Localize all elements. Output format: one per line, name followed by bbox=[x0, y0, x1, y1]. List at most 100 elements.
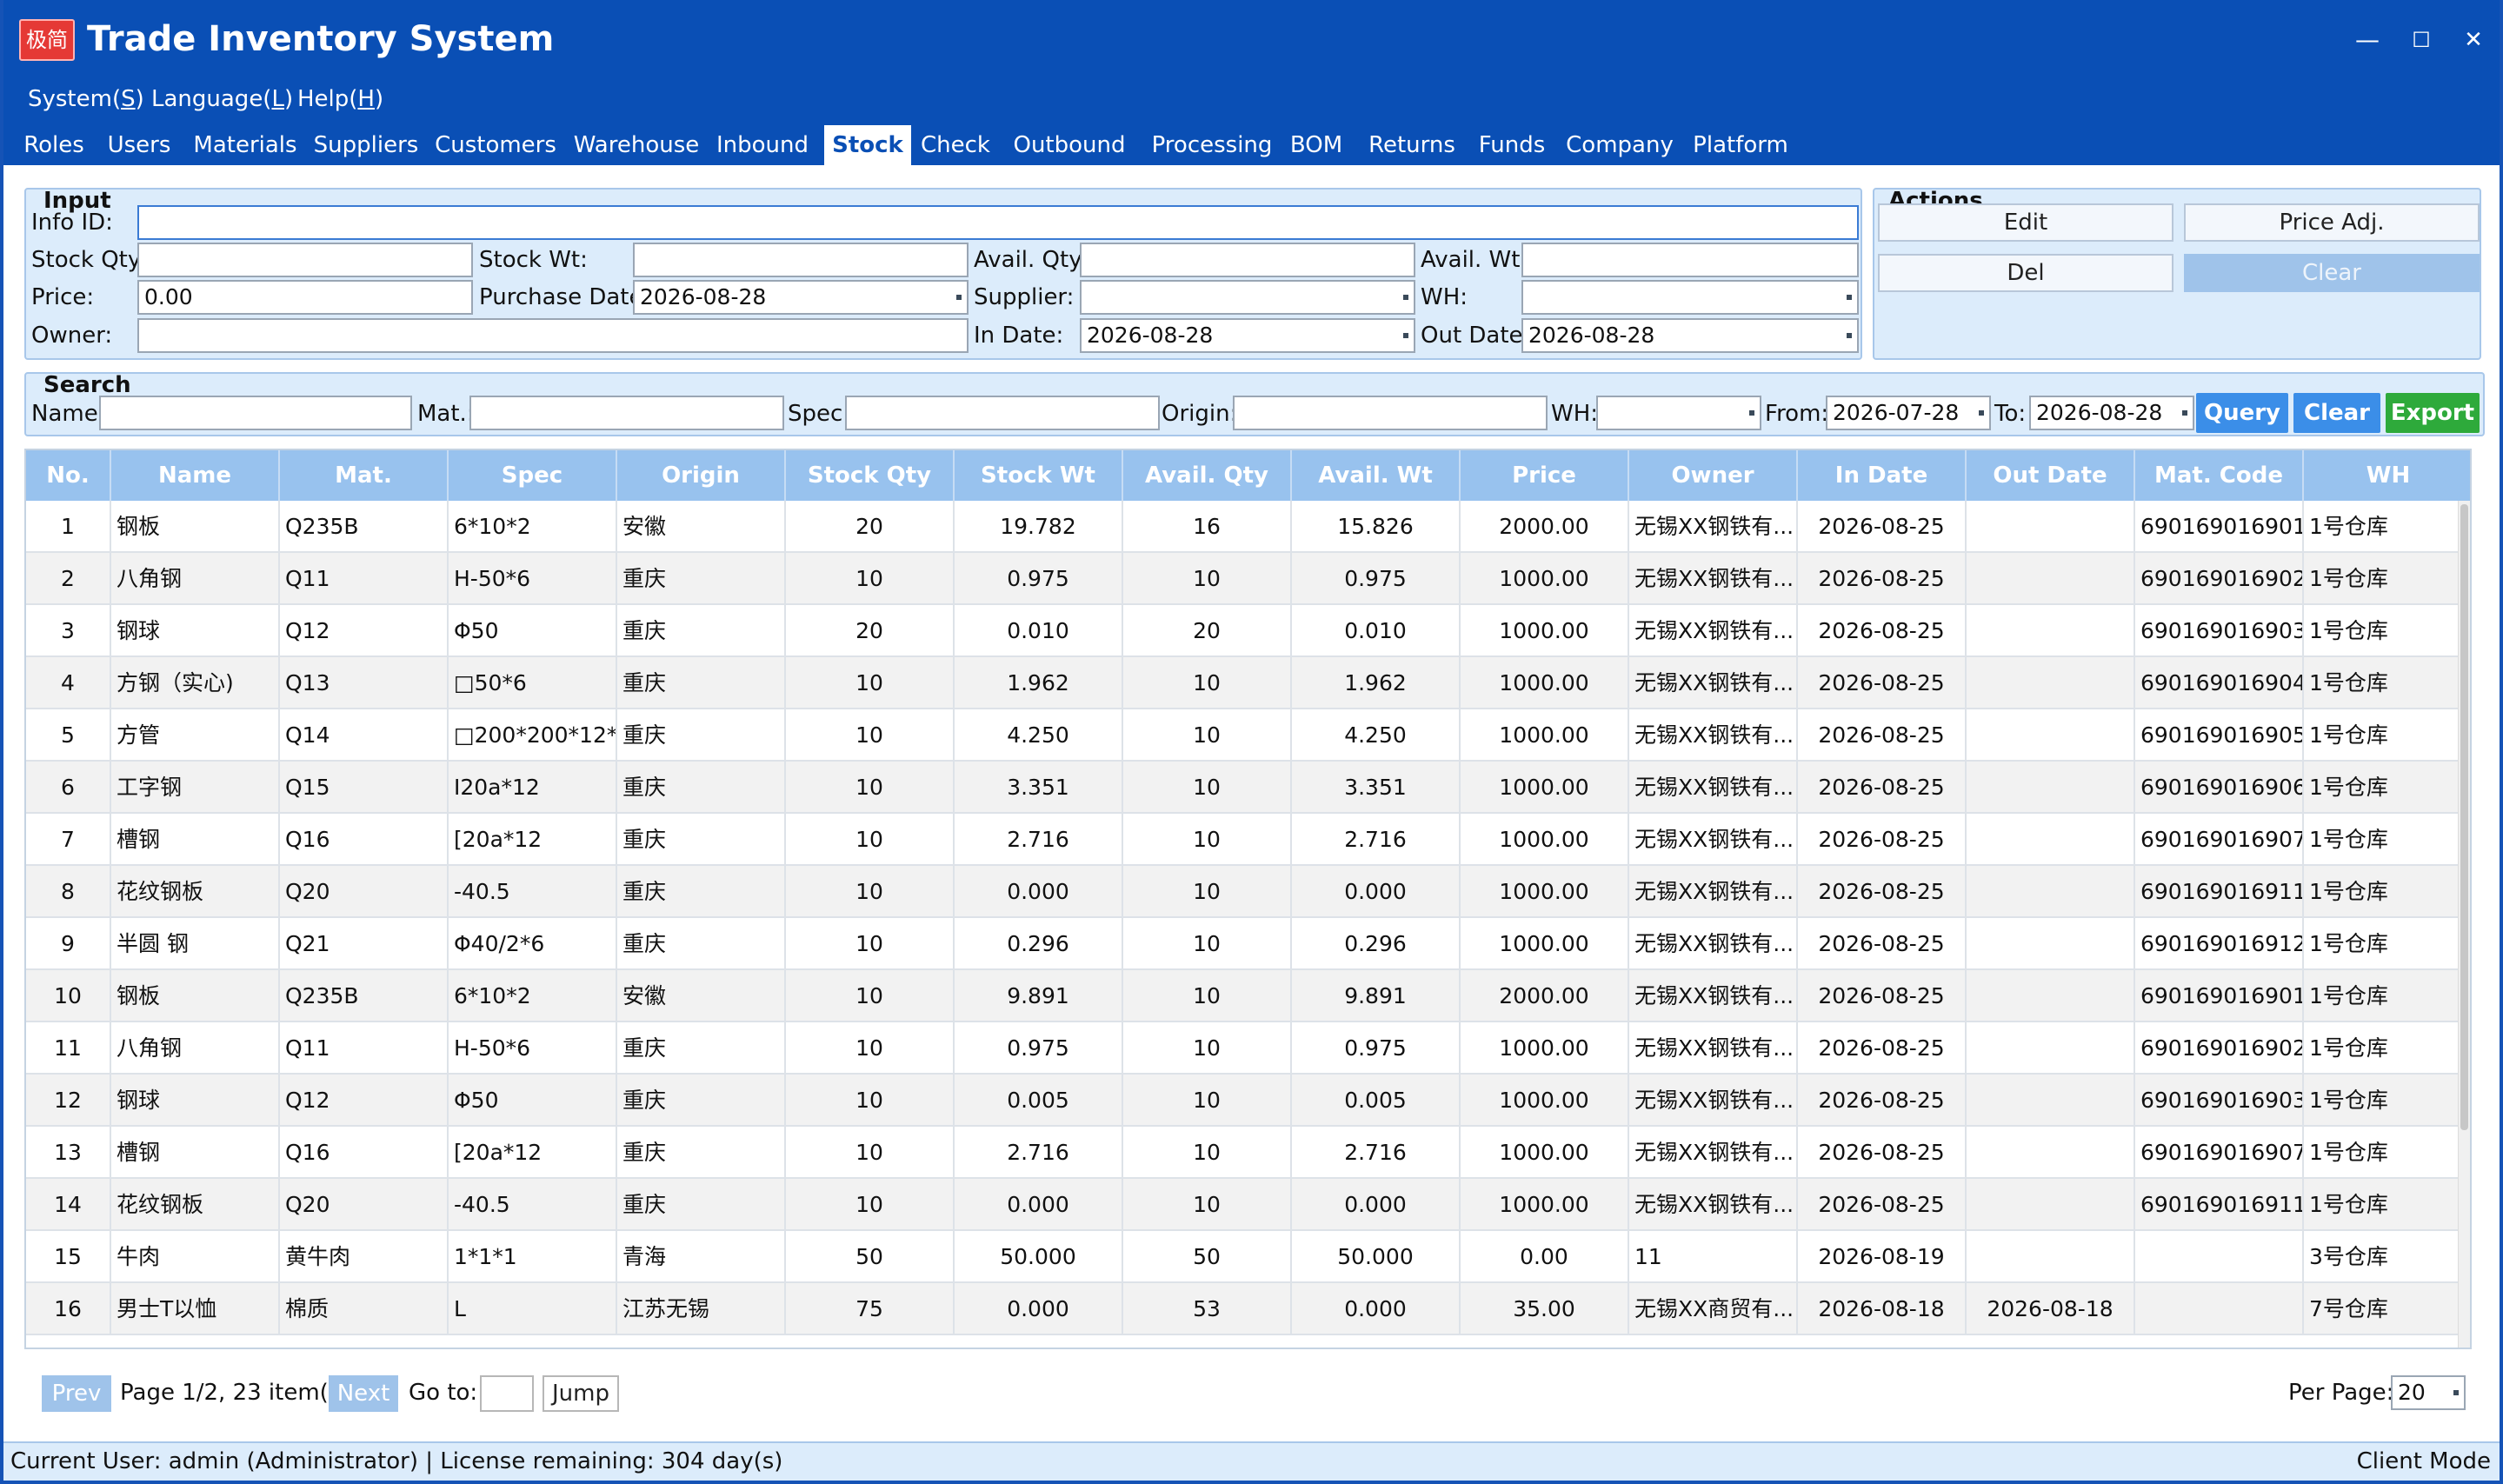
price-input[interactable]: 0.00 bbox=[137, 280, 473, 315]
scrollbar-thumb[interactable] bbox=[2460, 504, 2468, 1130]
price-adj-button[interactable]: Price Adj. bbox=[2184, 203, 2480, 242]
column-header[interactable]: Mat. Code bbox=[2135, 450, 2304, 501]
dropdown-icon[interactable] bbox=[1847, 295, 1852, 300]
tab-warehouse[interactable]: Warehouse bbox=[569, 125, 704, 165]
tab-inbound[interactable]: Inbound bbox=[713, 125, 812, 165]
tab-check[interactable]: Check bbox=[918, 125, 993, 165]
menu-system[interactable]: System(S) bbox=[28, 82, 144, 125]
to-date-picker[interactable]: 2026-08-28 bbox=[2029, 396, 2194, 430]
close-icon[interactable]: ✕ bbox=[2452, 21, 2495, 59]
stock-table[interactable]: No. Name Mat. Spec Origin Stock Qty Stock Wt Av… bbox=[24, 449, 2472, 1349]
search-spec-input[interactable] bbox=[845, 396, 1160, 430]
dropdown-icon[interactable] bbox=[2182, 410, 2187, 416]
table-row[interactable]: 1 钢板 Q235B 6*10*2 安徽 20 19.782 16 15.826 2000.00 无… bbox=[26, 501, 2470, 553]
tab-customers[interactable]: Customers bbox=[433, 125, 558, 165]
maximize-icon[interactable]: ☐ bbox=[2400, 21, 2443, 59]
table-row[interactable]: 14 花纹钢板 Q20 -40.5 重庆 10 0.000 10 0.000 1000.00 无锡X… bbox=[26, 1179, 2470, 1231]
column-header[interactable]: Mat. bbox=[280, 450, 449, 501]
column-header[interactable]: Name bbox=[111, 450, 280, 501]
tab-users[interactable]: Users bbox=[99, 125, 179, 165]
column-header[interactable]: In Date bbox=[1798, 450, 1967, 501]
table-cell: 7 bbox=[26, 814, 111, 866]
table-row[interactable]: 8 花纹钢板 Q20 -40.5 重庆 10 0.000 10 0.000 1000.00 无锡XX… bbox=[26, 866, 2470, 918]
column-header[interactable]: Spec bbox=[449, 450, 617, 501]
column-header[interactable]: No. bbox=[26, 450, 111, 501]
stock-wt-input[interactable] bbox=[633, 243, 969, 277]
table-row[interactable]: 3 钢球 Q12 Φ50 重庆 20 0.010 20 0.010 1000.00 无锡XX钢铁有.… bbox=[26, 605, 2470, 657]
info-id-input[interactable] bbox=[137, 205, 1859, 240]
table-row[interactable]: 2 八角钢 Q11 H-50*6 重庆 10 0.975 10 0.975 1000.00 无锡XX… bbox=[26, 553, 2470, 605]
menu-help[interactable]: Help(H) bbox=[297, 82, 383, 125]
search-name-input[interactable] bbox=[99, 396, 412, 430]
prev-page-button[interactable]: Prev bbox=[42, 1375, 111, 1412]
dropdown-icon[interactable] bbox=[956, 295, 962, 300]
column-header[interactable]: Avail. Qty bbox=[1123, 450, 1292, 501]
table-row[interactable]: 7 槽钢 Q16 [20a*12 重庆 10 2.716 10 2.716 1000.00 无锡XX… bbox=[26, 814, 2470, 866]
owner-input[interactable] bbox=[137, 318, 969, 353]
avail-qty-input[interactable] bbox=[1080, 243, 1415, 277]
column-header[interactable]: Price bbox=[1461, 450, 1629, 501]
column-header[interactable]: Stock Wt bbox=[955, 450, 1123, 501]
page-info: Page 1/2, 23 item(s) bbox=[120, 1380, 349, 1406]
column-header[interactable]: Origin bbox=[617, 450, 786, 501]
jump-button[interactable]: Jump bbox=[543, 1375, 619, 1412]
table-row[interactable]: 4 方钢（实心) Q13 □50*6 重庆 10 1.962 10 1.962 1000.00 无锡… bbox=[26, 657, 2470, 709]
edit-button[interactable]: Edit bbox=[1878, 203, 2173, 242]
tab-platform[interactable]: Platform bbox=[1690, 125, 1791, 165]
dropdown-icon[interactable] bbox=[1403, 333, 1408, 338]
export-button[interactable]: Export bbox=[2386, 393, 2480, 433]
tab-funds[interactable]: Funds bbox=[1473, 125, 1551, 165]
column-header[interactable]: Avail. Wt bbox=[1292, 450, 1461, 501]
dropdown-icon[interactable] bbox=[1403, 295, 1408, 300]
tab-materials[interactable]: Materials bbox=[186, 125, 304, 165]
supplier-select[interactable] bbox=[1080, 280, 1415, 315]
wh-select[interactable] bbox=[1521, 280, 1859, 315]
table-cell: 10 bbox=[1123, 1075, 1292, 1127]
tab-company[interactable]: Company bbox=[1565, 125, 1674, 165]
search-origin-input[interactable] bbox=[1233, 396, 1548, 430]
table-row[interactable]: 16 男士T以恤 棉质 L 江苏无锡 75 0.000 53 0.000 35.00 无锡XX商贸有… bbox=[26, 1283, 2470, 1335]
search-wh-select[interactable] bbox=[1596, 396, 1761, 430]
dropdown-icon[interactable] bbox=[1847, 333, 1852, 338]
in-date-picker[interactable]: 2026-08-28 bbox=[1080, 318, 1415, 353]
menu-language[interactable]: Language(L) bbox=[151, 82, 293, 125]
tab-roles[interactable]: Roles bbox=[16, 125, 92, 165]
column-header[interactable]: Out Date bbox=[1967, 450, 2135, 501]
tab-stock[interactable]: Stock bbox=[824, 125, 911, 165]
dropdown-icon[interactable] bbox=[1749, 410, 1754, 416]
vertical-scrollbar[interactable] bbox=[2458, 501, 2470, 1348]
goto-page-input[interactable] bbox=[480, 1375, 534, 1412]
search-mat-input[interactable] bbox=[469, 396, 784, 430]
query-button[interactable]: Query bbox=[2196, 393, 2288, 433]
column-header[interactable]: Stock Qty bbox=[786, 450, 955, 501]
table-row[interactable]: 6 工字钢 Q15 I20a*12 重庆 10 3.351 10 3.351 1000.00 无锡X… bbox=[26, 762, 2470, 814]
table-row[interactable]: 11 八角钢 Q11 H-50*6 重庆 10 0.975 10 0.975 1000.00 无锡X… bbox=[26, 1022, 2470, 1075]
from-date-picker[interactable]: 2026-07-28 bbox=[1826, 396, 1991, 430]
column-header[interactable]: Owner bbox=[1629, 450, 1798, 501]
purchase-date-picker[interactable]: 2026-08-28 bbox=[633, 280, 969, 315]
tab-outbound[interactable]: Outbound bbox=[1009, 125, 1130, 165]
out-date-picker[interactable]: 2026-08-28 bbox=[1521, 318, 1859, 353]
table-row[interactable]: 13 槽钢 Q16 [20a*12 重庆 10 2.716 10 2.716 1000.00 无锡X… bbox=[26, 1127, 2470, 1179]
minimize-icon[interactable]: — bbox=[2346, 21, 2389, 59]
tab-processing[interactable]: Processing bbox=[1144, 125, 1280, 165]
clear-search-button[interactable]: Clear bbox=[2293, 393, 2380, 433]
avail-wt-input[interactable] bbox=[1521, 243, 1859, 277]
next-page-button[interactable]: Next bbox=[329, 1375, 398, 1412]
stock-qty-input[interactable] bbox=[137, 243, 473, 277]
per-page-select[interactable]: 20 bbox=[2391, 1375, 2466, 1410]
dropdown-icon[interactable] bbox=[1979, 410, 1984, 416]
tab-returns[interactable]: Returns bbox=[1365, 125, 1459, 165]
delete-button[interactable]: Del bbox=[1878, 254, 2173, 292]
table-row[interactable]: 15 牛肉 黄牛肉 1*1*1 青海 50 50.000 50 50.000 0.00 11 2026… bbox=[26, 1231, 2470, 1283]
table-row[interactable]: 5 方管 Q14 □200*200*12*6 重庆 10 4.250 10 4.250 1000.… bbox=[26, 709, 2470, 762]
dropdown-icon[interactable] bbox=[2453, 1390, 2459, 1395]
tab-suppliers[interactable]: Suppliers bbox=[311, 125, 421, 165]
column-header[interactable]: WH bbox=[2304, 450, 2470, 501]
title-bar[interactable]: 极简 Trade Inventory System — ☐ ✕ bbox=[3, 0, 2500, 82]
tab-bom[interactable]: BOM bbox=[1285, 125, 1348, 165]
table-row[interactable]: 9 半圆 钢 Q21 Φ40/2*6 重庆 10 0.296 10 0.296 1000.00 无锡… bbox=[26, 918, 2470, 970]
clear-input-button[interactable]: Clear bbox=[2184, 254, 2480, 292]
table-row[interactable]: 10 钢板 Q235B 6*10*2 安徽 10 9.891 10 9.891 2000.00 无锡… bbox=[26, 970, 2470, 1022]
table-row[interactable]: 12 钢球 Q12 Φ50 重庆 10 0.005 10 0.005 1000.00 无锡XX钢铁有… bbox=[26, 1075, 2470, 1127]
